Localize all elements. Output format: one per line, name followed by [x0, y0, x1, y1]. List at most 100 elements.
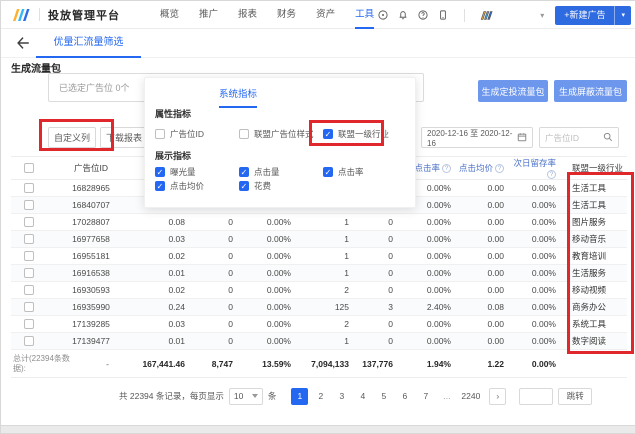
nav-item[interactable]: 概览	[150, 1, 189, 29]
search-icon[interactable]	[603, 132, 613, 144]
nav-item[interactable]: 报表	[228, 1, 267, 29]
back-button[interactable]	[15, 35, 33, 53]
generate-block-package-button[interactable]: 生成屏蔽流量包	[554, 80, 627, 102]
header-checkbox-cell	[11, 156, 47, 180]
total-id-dash: -	[106, 358, 109, 369]
page-button[interactable]: 5	[375, 388, 392, 405]
new-ad-button-label: +新建广告	[564, 9, 606, 20]
record-summary: 共 22394 条记录，每页显示	[119, 391, 224, 401]
nav-item[interactable]: 财务	[267, 1, 306, 29]
help-icon[interactable]	[416, 9, 429, 22]
row-checkbox-cell	[11, 247, 47, 265]
page-button[interactable]: 2240	[459, 388, 482, 405]
page-button[interactable]: 4	[354, 388, 371, 405]
page-button[interactable]: 2	[312, 388, 329, 405]
tab-system-metrics[interactable]: 系统指标	[219, 86, 258, 108]
checked-checkbox[interactable]: ✓	[323, 167, 333, 177]
row-checkbox-cell	[11, 264, 47, 282]
metric-cell: 0	[357, 332, 401, 350]
info-icon[interactable]: ?	[442, 164, 451, 173]
metric-cell: 0.08	[135, 213, 193, 231]
customize-columns-button[interactable]: 自定义列	[48, 127, 96, 148]
metric-cell: 1	[299, 332, 357, 350]
row-checkbox[interactable]	[24, 285, 34, 296]
metric-cell: 125	[299, 298, 357, 316]
row-checkbox-cell	[11, 230, 47, 248]
unchecked-checkbox[interactable]	[239, 129, 249, 139]
checkbox-option[interactable]: ✓ 曝光量	[155, 165, 239, 179]
column-header: 联盟一级行业	[564, 156, 627, 180]
new-ad-dropdown-caret[interactable]: ▾	[615, 6, 631, 25]
industry-cell: 图片服务	[564, 213, 627, 231]
account-dropdown-caret[interactable]: ▾	[540, 11, 544, 20]
column-header-label: 次日留存率	[513, 158, 556, 168]
metric-cell: 0.01	[135, 332, 193, 350]
checked-checkbox[interactable]: ✓	[323, 129, 333, 139]
row-checkbox[interactable]	[24, 302, 34, 313]
info-icon[interactable]: ?	[547, 170, 556, 179]
checkbox-option[interactable]: ✓ 点击量	[239, 165, 323, 179]
checkbox-option[interactable]: ✓ 点击均价	[155, 179, 239, 193]
checkbox-option[interactable]: ✓ 点击率	[323, 165, 407, 179]
nav-item[interactable]: 推广	[189, 1, 228, 29]
table-row: 16955181 0.02 0 0.00% 1 0 0.00% 0.00 0.00% 教育培训	[11, 247, 627, 265]
row-checkbox[interactable]	[24, 234, 34, 245]
download-report-button[interactable]: 下载报表	[100, 127, 148, 148]
row-checkbox[interactable]	[24, 268, 34, 279]
page-button[interactable]: 6	[396, 388, 413, 405]
jump-page-input[interactable]	[519, 387, 554, 405]
adunit-search-input[interactable]: 广告位ID	[539, 127, 619, 148]
row-checkbox[interactable]	[24, 217, 34, 228]
checkbox-option[interactable]: ✓ 联盟一级行业	[323, 127, 407, 141]
metric-cell: 0	[357, 247, 401, 265]
row-checkbox[interactable]	[24, 336, 34, 347]
adunit-id-cell: 17028807	[47, 213, 135, 231]
metric-cell: 0.00	[459, 315, 512, 333]
row-checkbox[interactable]	[24, 183, 34, 194]
checked-checkbox[interactable]: ✓	[239, 181, 249, 191]
page-button[interactable]: 3	[333, 388, 350, 405]
page-ellipsis: ...	[443, 390, 451, 401]
nav-item[interactable]: 资产	[306, 1, 345, 29]
tab-bar: 优量汇流量筛选	[1, 29, 635, 58]
bell-icon[interactable]	[396, 9, 409, 22]
metric-cell: 0.00%	[241, 315, 299, 333]
adunit-id-cell: 17139285	[47, 315, 135, 333]
metric-cell: 0.00%	[241, 230, 299, 248]
row-checkbox[interactable]	[24, 200, 34, 211]
checkbox-option[interactable]: 联盟广告位样式	[239, 127, 323, 141]
unchecked-checkbox[interactable]	[155, 129, 165, 139]
metric-cell: 0.00%	[512, 315, 564, 333]
adunit-id-cell: 17139477	[47, 332, 135, 350]
checkbox-option[interactable]: ✓ 花费	[239, 179, 323, 193]
generate-target-package-button[interactable]: 生成定投流量包	[478, 80, 548, 102]
checked-checkbox[interactable]: ✓	[155, 181, 165, 191]
jump-button[interactable]: 跳转	[558, 387, 593, 405]
row-checkbox[interactable]	[24, 251, 34, 262]
checked-checkbox[interactable]: ✓	[155, 167, 165, 177]
new-ad-button[interactable]: +新建广告 ▾	[555, 5, 631, 25]
metric-cell: 0	[193, 213, 241, 231]
select-all-checkbox[interactable]	[24, 163, 34, 174]
page-button[interactable]: 1	[291, 387, 309, 405]
row-checkbox[interactable]	[24, 319, 34, 330]
metric-cell: 0	[193, 281, 241, 299]
industry-cell: 系统工具	[564, 315, 627, 333]
checked-checkbox[interactable]: ✓	[239, 167, 249, 177]
adunit-id-cell: 16930593	[47, 281, 135, 299]
page-size-value: 10	[233, 391, 244, 401]
mobile-icon[interactable]	[436, 9, 449, 22]
column-header-label: 广告位ID	[73, 163, 108, 173]
tab-traffic-filter[interactable]: 优量汇流量筛选	[36, 29, 141, 58]
page-size-select[interactable]: 10	[228, 387, 263, 405]
checkbox-label: 点击率	[338, 167, 364, 177]
page-button[interactable]: 7	[417, 388, 434, 405]
target-icon[interactable]	[376, 9, 389, 22]
metric-cell: 0.00%	[512, 196, 564, 214]
total-metric-cell: 1.22	[459, 349, 512, 378]
total-metric-cell: 13.59%	[241, 349, 299, 378]
next-page-button[interactable]: ›	[489, 387, 507, 405]
date-range-picker[interactable]: 2020-12-16 至 2020-12-16	[421, 127, 533, 148]
checkbox-option[interactable]: 广告位ID	[155, 127, 239, 141]
info-icon[interactable]: ?	[495, 164, 505, 173]
